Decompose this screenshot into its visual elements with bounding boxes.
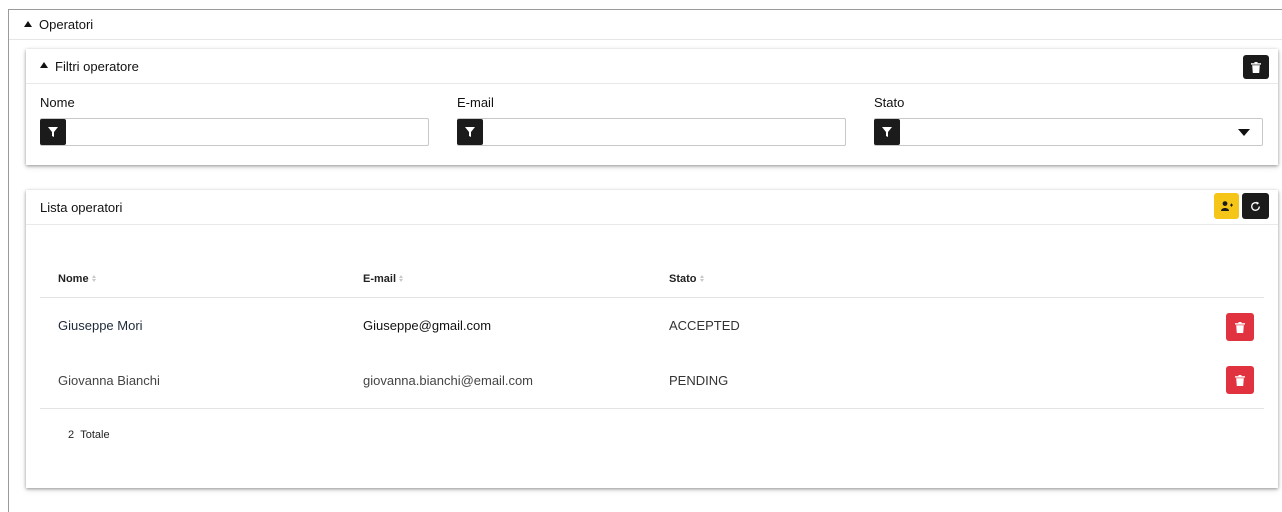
email-filter-input[interactable]: [483, 120, 845, 144]
operator-email: giovanna.bianchi@email.com: [363, 373, 534, 388]
total-count: 2 Totale: [68, 429, 110, 441]
table-footer: 2 Totale: [40, 408, 1264, 460]
name-filter-input[interactable]: [66, 120, 428, 144]
operators-table: Nome E-mail Stato Giuseppe Mori Giuseppe…: [40, 260, 1264, 460]
email-filter-label: E-mail: [457, 95, 494, 110]
sort-icon: [91, 275, 96, 282]
trash-icon: [1235, 374, 1245, 386]
filter-icon: [40, 119, 66, 145]
refresh-icon: [1251, 201, 1260, 211]
delete-operator-button[interactable]: [1226, 313, 1254, 341]
collapse-triangle-icon: [24, 20, 32, 27]
add-operator-button[interactable]: [1214, 193, 1239, 219]
column-header-status[interactable]: Stato: [669, 273, 704, 285]
trash-icon: [1251, 61, 1261, 73]
trash-icon: [1235, 321, 1245, 333]
email-filter-field: [457, 118, 846, 146]
table-header-row: Nome E-mail Stato: [40, 260, 1264, 298]
operator-email: Giuseppe@gmail.com: [363, 318, 492, 333]
operators-panel-header[interactable]: Operatori: [9, 10, 1282, 40]
add-user-icon: [1220, 201, 1233, 211]
filter-icon: [457, 119, 483, 145]
operators-panel: Operatori Filtri operatore Nome E-mail S…: [8, 9, 1282, 512]
table-row: Giovanna Bianchi giovanna.bianchi@email.…: [40, 353, 1264, 408]
operators-title: Operatori: [39, 17, 94, 32]
table-row: Giuseppe Mori Giuseppe@gmail.com ACCEPTE…: [40, 298, 1264, 353]
chevron-down-icon[interactable]: [1238, 128, 1250, 136]
list-header: Lista operatori: [26, 190, 1278, 225]
filter-icon: [874, 119, 900, 145]
operators-list-card: Lista operatori Nome E-mail Stato Giusep…: [26, 190, 1278, 488]
operator-name: Giuseppe Mori: [58, 318, 143, 333]
column-header-email[interactable]: E-mail: [363, 273, 404, 285]
clear-filters-button[interactable]: [1243, 55, 1269, 79]
sort-icon: [699, 275, 704, 282]
collapse-triangle-icon: [40, 62, 48, 68]
filters-card: Filtri operatore Nome E-mail Stato: [26, 49, 1278, 165]
list-title: Lista operatori: [40, 199, 123, 215]
column-header-name[interactable]: Nome: [58, 273, 96, 285]
filters-body: Nome E-mail Stato: [26, 84, 1278, 164]
refresh-button[interactable]: [1242, 193, 1269, 219]
operator-status: ACCEPTED: [669, 318, 740, 333]
status-filter-label: Stato: [874, 95, 905, 110]
name-filter-field: [40, 118, 429, 146]
delete-operator-button[interactable]: [1226, 366, 1254, 394]
operator-name: Giovanna Bianchi: [58, 373, 160, 388]
filters-title: Filtri operatore: [55, 58, 139, 74]
filters-header[interactable]: Filtri operatore: [26, 49, 1278, 84]
operator-status: PENDING: [669, 373, 729, 388]
sort-icon: [399, 275, 404, 282]
name-filter-label: Nome: [40, 95, 75, 110]
status-filter-select[interactable]: [874, 118, 1263, 146]
